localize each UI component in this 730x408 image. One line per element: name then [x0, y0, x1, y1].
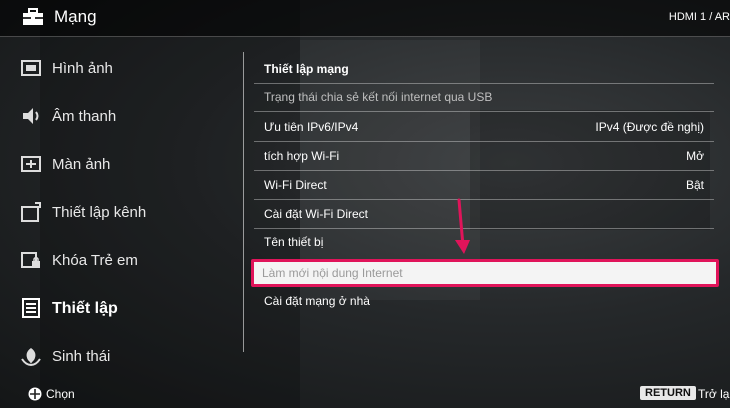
- menu-item-network-setup[interactable]: Thiết lập mạng: [254, 55, 714, 84]
- menu-item-wifi-direct[interactable]: Wi-Fi Direct Bật: [254, 171, 714, 200]
- menu-item-value: Mở: [686, 149, 704, 163]
- top-bar: Mạng HDMI 1 / AR: [0, 0, 730, 37]
- menu-item-label: Cài đặt Wi-Fi Direct: [264, 207, 369, 221]
- menu-item-label: Trạng thái chia sẻ kết nối internet qua …: [264, 90, 493, 104]
- sidebar-item-settings[interactable]: Thiết lập: [0, 288, 240, 328]
- return-hint: Trở lại: [698, 387, 730, 401]
- settings-icon: [22, 298, 40, 318]
- sidebar-item-channel-setup[interactable]: Thiết lập kênh: [0, 192, 240, 232]
- channel-setup-icon: [21, 202, 41, 222]
- sidebar-item-label: Thiết lập kênh: [52, 204, 147, 221]
- menu-item-label: tích hợp Wi-Fi: [264, 149, 340, 163]
- vertical-divider: [243, 52, 244, 352]
- sidebar-item-label: Thiết lập: [52, 300, 118, 317]
- menu-item-label: Wi-Fi Direct: [264, 178, 327, 192]
- bottom-bar: Chọn RETURN Trở lại: [0, 380, 730, 408]
- menu-item-label: Tên thiết bị: [264, 235, 324, 249]
- picture-icon: [21, 60, 41, 76]
- menu-item-ip-priority[interactable]: Ưu tiên IPv6/IPv4 IPv4 (Được đề nghị): [254, 113, 714, 142]
- menu-item-usb-tethering-status[interactable]: Trạng thái chia sẻ kết nối internet qua …: [254, 83, 714, 112]
- sidebar-item-label: Màn ảnh: [52, 156, 111, 173]
- choose-hint: Chọn: [46, 387, 75, 401]
- page-title: Mạng: [54, 7, 97, 26]
- menu-item-value: IPv4 (Được đề nghị): [595, 120, 704, 134]
- annotation-arrow-icon: [455, 198, 470, 254]
- menu-item-label: Ưu tiên IPv6/IPv4: [264, 120, 359, 134]
- child-lock-icon: [21, 252, 40, 268]
- return-button[interactable]: RETURN: [640, 386, 696, 400]
- sidebar-item-screen[interactable]: Màn ảnh: [0, 144, 240, 184]
- sidebar-item-sound[interactable]: Âm thanh: [0, 96, 240, 136]
- sidebar-item-label: Sinh thái: [52, 348, 111, 365]
- dpad-icon: [28, 387, 42, 401]
- sidebar-item-label: Khóa Trẻ em: [52, 252, 138, 269]
- sidebar-item-child-lock[interactable]: Khóa Trẻ em: [0, 240, 240, 280]
- speaker-icon: [23, 108, 39, 124]
- sidebar-item-label: Âm thanh: [52, 108, 117, 125]
- sidebar-item-picture[interactable]: Hình ảnh: [0, 48, 240, 88]
- menu-item-label: Làm mới nội dung Internet: [262, 266, 403, 280]
- toolbox-icon: [23, 8, 43, 25]
- menu-item-device-name[interactable]: Tên thiết bị: [254, 228, 714, 256]
- screen-icon: [21, 156, 41, 172]
- input-source-label: HDMI 1 / AR: [668, 11, 730, 23]
- eco-icon: [21, 348, 41, 367]
- menu-item-refresh-internet-content[interactable]: Làm mới nội dung Internet: [251, 259, 719, 287]
- menu-item-value: Bật: [685, 178, 704, 192]
- menu-item-home-network-setup[interactable]: Cài đặt mạng ở nhà: [254, 287, 714, 315]
- menu-item-label: Cài đặt mạng ở nhà: [264, 294, 370, 308]
- sidebar-item-label: Hình ảnh: [52, 60, 113, 77]
- sidebar-item-eco[interactable]: Sinh thái: [0, 336, 240, 376]
- menu-item-built-in-wifi[interactable]: tích hợp Wi-Fi Mở: [254, 142, 714, 171]
- menu-item-wifi-direct-settings[interactable]: Cài đặt Wi-Fi Direct: [254, 200, 714, 229]
- menu-item-label: Thiết lập mạng: [264, 62, 349, 76]
